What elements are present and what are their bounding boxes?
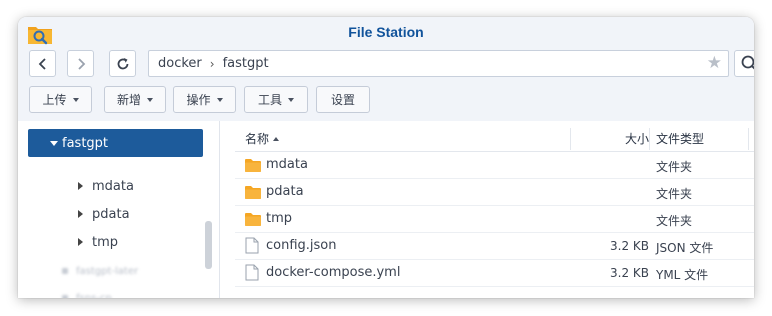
column-type-label: 文件类型 xyxy=(656,132,705,146)
caret-down-icon xyxy=(72,97,79,102)
column-divider[interactable] xyxy=(748,128,749,150)
folder-icon xyxy=(245,159,261,172)
collapse-arrow-icon[interactable] xyxy=(78,210,83,218)
create-label: 新增 xyxy=(116,93,141,107)
column-header-name[interactable]: 名称 xyxy=(245,125,280,152)
folder-icon xyxy=(245,186,261,199)
caret-down-icon xyxy=(216,97,223,102)
file-name: mdata xyxy=(266,157,308,172)
column-header-size[interactable]: 大小 xyxy=(625,125,649,152)
column-divider[interactable] xyxy=(570,128,571,150)
file-size: 3.2 KB xyxy=(610,239,649,253)
tree-item-blurred[interactable]: fastgpt-later xyxy=(62,264,138,278)
settings-button[interactable]: 设置 xyxy=(316,86,370,113)
tree-item-fastgpt[interactable]: fastgpt xyxy=(28,129,203,157)
tree-item-tmp[interactable]: tmp xyxy=(78,232,118,252)
file-name: tmp xyxy=(266,211,293,226)
file-list: 名称 大小 文件类型 mdata 文件夹 pdata 文件夹 tmp 文件夹 c… xyxy=(221,121,754,298)
tree-item-label: tmp xyxy=(92,234,119,250)
chevron-right-icon xyxy=(77,57,85,70)
column-name-label: 名称 xyxy=(245,132,270,146)
tree-item-label: fastgpt-later xyxy=(76,265,139,277)
back-button[interactable] xyxy=(29,50,56,77)
window-title: File Station xyxy=(348,24,424,40)
expand-arrow-icon[interactable] xyxy=(50,141,58,146)
tree-item-label: mdata xyxy=(92,178,134,194)
list-row-mdata[interactable]: mdata 文件夹 xyxy=(235,152,754,179)
refresh-button[interactable] xyxy=(109,50,136,77)
forward-button[interactable] xyxy=(67,50,94,77)
file-type: 文件夹 xyxy=(656,187,693,201)
tree-item-pdata[interactable]: pdata xyxy=(78,204,130,224)
path-bar[interactable]: docker › fastgpt ★ xyxy=(148,50,729,77)
blurred-folder-icon xyxy=(62,268,68,274)
create-button[interactable]: 新增 xyxy=(104,86,166,113)
action-button[interactable]: 操作 xyxy=(173,86,236,113)
tree-scrollbar[interactable] xyxy=(205,221,212,269)
caret-down-icon xyxy=(288,97,294,102)
file-name: pdata xyxy=(266,184,304,199)
window-chrome: File Station docker › fastgpt ★ 上传 新增 操作… xyxy=(18,17,754,121)
search-button[interactable] xyxy=(734,50,754,77)
file-type: JSON 文件 xyxy=(656,241,714,255)
tree-item-mdata[interactable]: mdata xyxy=(78,176,134,196)
folder-tree: fastgpt mdata pdata tmp fastgpt-later fs… xyxy=(18,121,220,298)
settings-label: 设置 xyxy=(330,93,355,107)
path-segment-docker[interactable]: docker xyxy=(158,56,202,71)
list-row-config-json[interactable]: config.json 3.2 KB JSON 文件 xyxy=(235,233,754,260)
collapse-arrow-icon[interactable] xyxy=(78,238,83,246)
folder-icon xyxy=(245,213,261,226)
path-segment-fastgpt[interactable]: fastgpt xyxy=(223,56,269,71)
blurred-folder-icon xyxy=(62,295,68,298)
path-separator-icon: › xyxy=(209,56,215,71)
column-divider[interactable] xyxy=(649,128,650,150)
tree-item-label: fsns-cp xyxy=(76,292,112,299)
favorite-star-icon[interactable]: ★ xyxy=(707,54,722,73)
upload-button[interactable]: 上传 xyxy=(29,86,92,113)
tools-button[interactable]: 工具 xyxy=(244,86,308,113)
refresh-icon xyxy=(117,57,128,69)
tree-item-label: fastgpt xyxy=(62,135,109,151)
file-name: docker-compose.yml xyxy=(266,265,401,280)
file-station-window: File Station docker › fastgpt ★ 上传 新增 操作… xyxy=(18,17,754,298)
file-name: config.json xyxy=(266,238,337,253)
tree-item-label: pdata xyxy=(92,206,130,222)
action-label: 操作 xyxy=(186,93,211,107)
column-header-type[interactable]: 文件类型 xyxy=(656,125,704,152)
sort-ascending-icon xyxy=(273,136,280,141)
chevron-left-icon xyxy=(38,57,46,70)
tree-item-blurred[interactable]: fsns-cp xyxy=(62,291,112,298)
tools-label: 工具 xyxy=(257,93,282,107)
search-icon xyxy=(741,55,754,70)
file-size: 3.2 KB xyxy=(610,266,649,280)
list-row-tmp[interactable]: tmp 文件夹 xyxy=(235,206,754,233)
list-header: 名称 大小 文件类型 xyxy=(235,125,754,152)
file-type: 文件夹 xyxy=(656,160,693,174)
list-row-docker-compose[interactable]: docker-compose.yml 3.2 KB YML 文件 xyxy=(235,260,754,287)
file-type: YML 文件 xyxy=(656,268,709,282)
column-size-label: 大小 xyxy=(624,132,649,146)
file-type: 文件夹 xyxy=(656,214,693,228)
caret-down-icon xyxy=(147,97,153,102)
file-icon xyxy=(245,264,259,281)
collapse-arrow-icon[interactable] xyxy=(78,182,83,190)
upload-label: 上传 xyxy=(42,93,67,107)
file-icon xyxy=(245,237,259,254)
list-row-pdata[interactable]: pdata 文件夹 xyxy=(235,179,754,206)
